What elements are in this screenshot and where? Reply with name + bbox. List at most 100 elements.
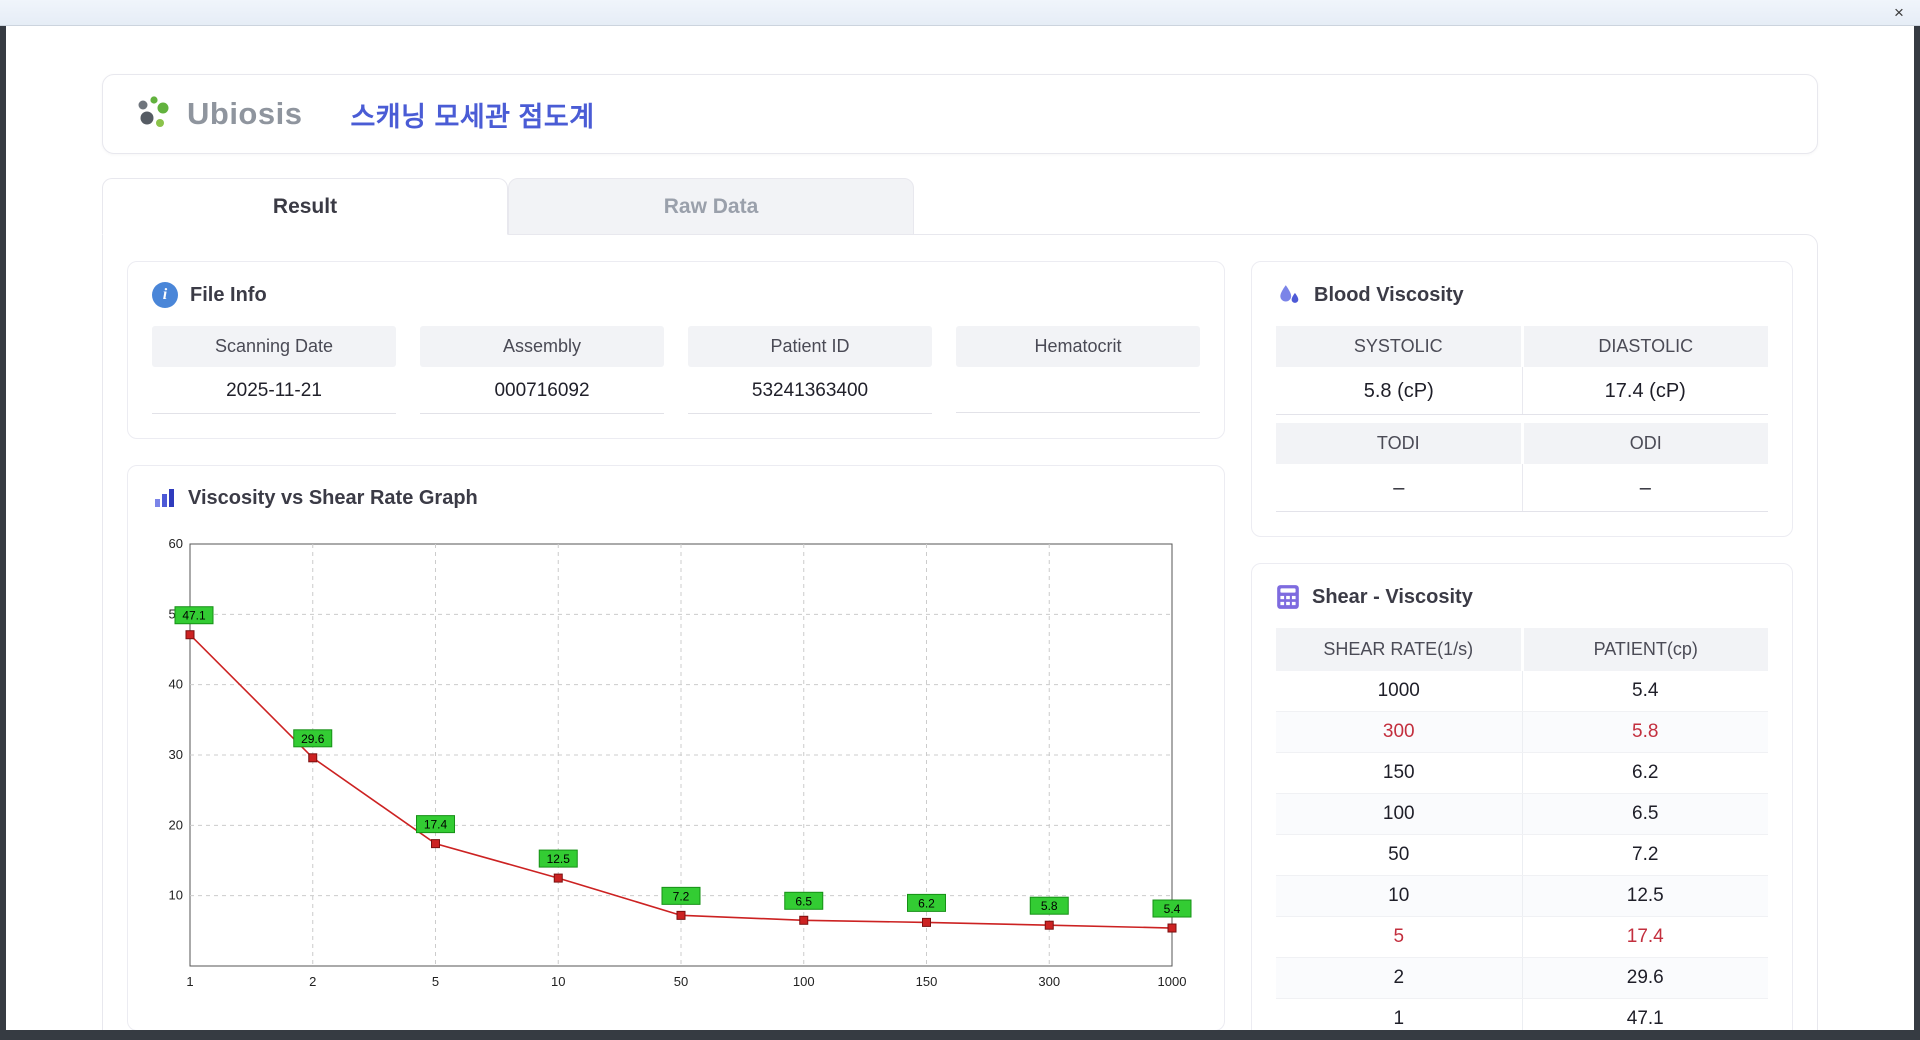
shear-viscosity-title: Shear - Viscosity — [1276, 584, 1768, 610]
table-row: 1000 5.4 — [1276, 671, 1768, 712]
file-info-fields: Scanning Date 2025-11-21 Assembly 000716… — [152, 326, 1200, 414]
diastolic-value: 17.4 (cP) — [1521, 367, 1768, 415]
field-label: Assembly — [420, 326, 664, 367]
result-panel: i File Info Scanning Date 2025-11-21 Ass… — [102, 234, 1818, 1030]
blood-viscosity-table-1: SYSTOLIC DIASTOLIC 5.8 (cP) 17.4 (cP) — [1276, 326, 1768, 415]
patient-cell: 5.8 — [1521, 711, 1768, 753]
svg-text:10: 10 — [169, 888, 183, 903]
field-value — [956, 367, 1200, 413]
svg-text:60: 60 — [169, 536, 183, 551]
shear-cell: 1 — [1276, 998, 1522, 1030]
blood-droplets-icon — [1276, 282, 1302, 308]
graph-title-text: Viscosity vs Shear Rate Graph — [188, 486, 478, 509]
table-row: 300 5.8 — [1276, 711, 1768, 753]
svg-text:5: 5 — [432, 974, 439, 989]
shear-cell: 150 — [1276, 752, 1522, 794]
svg-text:2: 2 — [309, 974, 316, 989]
shear-cell: 1000 — [1276, 671, 1522, 712]
blood-viscosity-table-2: TODI ODI – – — [1276, 423, 1768, 512]
svg-text:30: 30 — [169, 747, 183, 762]
shear-cell: 100 — [1276, 793, 1522, 835]
patient-cell: 6.5 — [1521, 793, 1768, 835]
svg-text:100: 100 — [793, 974, 815, 989]
shear-viscosity-table: SHEAR RATE(1/s) PATIENT(cp) 1000 5.4 300 — [1276, 628, 1768, 1030]
table-row: 50 7.2 — [1276, 834, 1768, 876]
table-header-row: SHEAR RATE(1/s) PATIENT(cp) — [1276, 628, 1768, 671]
file-info-title-text: File Info — [190, 283, 267, 306]
shear-viscosity-title-text: Shear - Viscosity — [1312, 585, 1473, 608]
svg-text:50: 50 — [674, 974, 688, 989]
field-label: Scanning Date — [152, 326, 396, 367]
field-scanning-date: Scanning Date 2025-11-21 — [152, 326, 396, 414]
svg-text:12.5: 12.5 — [547, 852, 571, 866]
table-row: 150 6.2 — [1276, 752, 1768, 794]
blood-viscosity-card: Blood Viscosity SYSTOLIC DIASTOLIC 5.8 (… — [1251, 261, 1793, 537]
table-row: 1 47.1 — [1276, 998, 1768, 1030]
column-header-systolic: SYSTOLIC — [1276, 326, 1522, 367]
column-header-shear-rate: SHEAR RATE(1/s) — [1276, 628, 1522, 671]
patient-cell: 6.2 — [1521, 752, 1768, 794]
patient-cell: 47.1 — [1521, 998, 1768, 1030]
field-patient-id: Patient ID 53241363400 — [688, 326, 932, 414]
shear-cell: 2 — [1276, 957, 1522, 999]
tab-result[interactable]: Result — [102, 178, 508, 235]
svg-text:1: 1 — [186, 974, 193, 989]
ubiosis-logo-text: ​Ubiosis — [187, 96, 303, 131]
patient-cell: 7.2 — [1521, 834, 1768, 876]
app-title: 스캐닝 모세관 점도계 — [350, 101, 595, 132]
graph-title: Viscosity vs Shear Rate Graph — [152, 486, 1200, 510]
bar-chart-icon — [152, 486, 176, 510]
shear-cell: 50 — [1276, 834, 1522, 876]
blood-viscosity-title-text: Blood Viscosity — [1314, 283, 1464, 306]
svg-text:29.6: 29.6 — [301, 732, 325, 746]
odi-value: – — [1521, 464, 1768, 512]
ubiosis-logo-icon — [133, 93, 179, 135]
svg-text:40: 40 — [169, 677, 183, 692]
field-assembly: Assembly 000716092 — [420, 326, 664, 414]
tab-raw-data[interactable]: Raw Data — [508, 178, 914, 235]
field-label: Patient ID — [688, 326, 932, 367]
field-value: 2025-11-21 — [152, 367, 396, 414]
file-info-title: i File Info — [152, 282, 1200, 308]
shear-viscosity-card: Shear - Viscosity SHEAR RATE(1/s) PATIEN… — [1251, 563, 1793, 1030]
file-info-card: i File Info Scanning Date 2025-11-21 Ass… — [127, 261, 1225, 439]
ubiosis-logo: ​Ubiosis — [133, 93, 302, 135]
svg-text:10: 10 — [551, 974, 565, 989]
shear-cell: 10 — [1276, 875, 1522, 917]
column-header-patient: PATIENT(cp) — [1520, 628, 1768, 671]
systolic-value: 5.8 (cP) — [1276, 367, 1522, 415]
calculator-icon — [1276, 584, 1300, 610]
svg-text:300: 300 — [1038, 974, 1060, 989]
svg-text:20: 20 — [169, 817, 183, 832]
column-header-odi: ODI — [1520, 423, 1768, 464]
table-row: 10 12.5 — [1276, 875, 1768, 917]
viscosity-shear-chart: 1020304050601251050100150300100047.129.6… — [169, 536, 1192, 989]
svg-text:17.4: 17.4 — [424, 818, 448, 832]
app-window: ​Ubiosis 스캐닝 모세관 점도계 Result Raw Data i F… — [6, 26, 1914, 1030]
app-header: ​Ubiosis 스캐닝 모세관 점도계 — [102, 74, 1818, 154]
field-value: 000716092 — [420, 367, 664, 414]
patient-cell: 29.6 — [1521, 957, 1768, 999]
svg-text:1000: 1000 — [1158, 974, 1187, 989]
info-icon: i — [152, 282, 178, 308]
window-close-button[interactable]: × — [1884, 2, 1914, 24]
table-row: 5 17.4 — [1276, 916, 1768, 958]
field-value: 53241363400 — [688, 367, 932, 414]
field-label: Hematocrit — [956, 326, 1200, 367]
graph-card: Viscosity vs Shear Rate Graph 10 20 30 40 50… — [127, 465, 1225, 1030]
column-header-diastolic: DIASTOLIC — [1520, 326, 1768, 367]
svg-text:47.1: 47.1 — [182, 609, 206, 623]
table-row: 100 6.5 — [1276, 793, 1768, 835]
shear-cell: 300 — [1276, 711, 1522, 753]
blood-viscosity-title: Blood Viscosity — [1276, 282, 1768, 308]
svg-text:150: 150 — [916, 974, 938, 989]
svg-text:5.4: 5.4 — [1164, 902, 1181, 916]
field-hematocrit: Hematocrit — [956, 326, 1200, 414]
column-header-todi: TODI — [1276, 423, 1522, 464]
svg-text:7.2: 7.2 — [673, 889, 690, 903]
tab-bar: Result Raw Data — [102, 178, 1818, 235]
svg-text:6.2: 6.2 — [918, 896, 935, 910]
patient-cell: 12.5 — [1521, 875, 1768, 917]
todi-value: – — [1276, 464, 1522, 512]
svg-text:5.8: 5.8 — [1041, 899, 1058, 913]
